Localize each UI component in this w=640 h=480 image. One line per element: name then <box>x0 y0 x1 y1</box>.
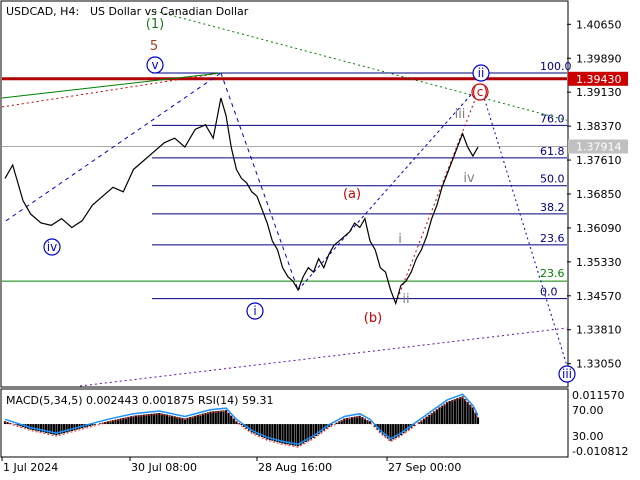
wave-label: (1) <box>146 17 164 32</box>
fib-level-label: 50.0 <box>540 173 565 186</box>
wave-label: iii <box>562 367 572 381</box>
time-tick-label: 1 Jul 2024 <box>3 461 58 474</box>
resistance-price-label: 1.39430 <box>576 73 622 86</box>
price-chart: 100.076.061.850.038.223.60.023.6 (1)5viv… <box>0 0 628 474</box>
wave-label: ii <box>478 66 485 80</box>
support-line-label: 23.6 <box>540 267 565 280</box>
price-tick-label: 1.35330 <box>576 256 622 269</box>
price-tick-label: 1.36850 <box>576 188 622 201</box>
symbol-timeframe: USDCAD, H4: <box>6 5 79 18</box>
wave-label: ii <box>402 292 409 307</box>
fib-level-label: 76.0 <box>540 112 565 125</box>
wave-label: (c) <box>472 85 488 99</box>
symbol-description: US Dollar vs Canadian Dollar <box>90 5 249 18</box>
price-axis: 1.40650 1.39890 1.39130 1.38370 1.37610 1.368… <box>567 18 628 458</box>
indicator-scale-label: 70.00 <box>572 404 604 417</box>
wave-label: i <box>253 304 256 318</box>
fib-level-label: 0.0 <box>540 286 558 299</box>
wave-label: 5 <box>150 39 158 54</box>
indicator-scale-label: 30.00 <box>572 430 604 443</box>
time-tick-label: 28 Aug 16:00 <box>258 461 332 474</box>
time-tick-label: 30 Jul 08:00 <box>131 461 197 474</box>
price-tick-label: 1.33050 <box>576 358 622 371</box>
time-axis: 1 Jul 2024 30 Jul 08:00 28 Aug 16:00 27 Sep… <box>1 457 461 474</box>
indicator-label: MACD(5,34,5) 0.002443 0.001875 RSI(14) 5… <box>6 394 273 407</box>
fib-level-label: 38.2 <box>540 201 565 214</box>
price-tick-label: 1.39890 <box>576 52 622 65</box>
wave-label: iv <box>47 240 57 254</box>
wave-label: (a) <box>343 187 361 202</box>
time-tick-label: 27 Sep 00:00 <box>388 461 461 474</box>
indicator-scale-label: 0.011570 <box>572 389 625 402</box>
price-panel-frame <box>0 0 569 388</box>
wave-label: i <box>398 232 402 247</box>
current-price-label: 1.37914 <box>576 140 622 153</box>
wave-label: (b) <box>364 311 382 326</box>
wave-label: v <box>151 58 158 72</box>
price-tick-label: 1.37610 <box>576 154 622 167</box>
price-tick-label: 1.36090 <box>576 222 622 235</box>
price-tick-label: 1.34570 <box>576 290 622 303</box>
fib-level-label: 100.0 <box>540 60 572 73</box>
wave-label: iv <box>463 171 475 186</box>
price-tick-label: 1.38370 <box>576 120 622 133</box>
price-tick-label: 1.40650 <box>576 18 622 31</box>
fib-level-label: 23.6 <box>540 232 565 245</box>
price-tick-label: 1.33810 <box>576 324 622 337</box>
indicator-scale-label: -0.010812 <box>572 445 628 458</box>
chart-window: 100.0 76.0 61.8 50.0 38.2 23.6 0.0 23.6 (1) 5 v iv… <box>0 0 640 480</box>
wave-label: iii <box>455 107 466 122</box>
price-tick-label: 1.39130 <box>576 86 622 99</box>
